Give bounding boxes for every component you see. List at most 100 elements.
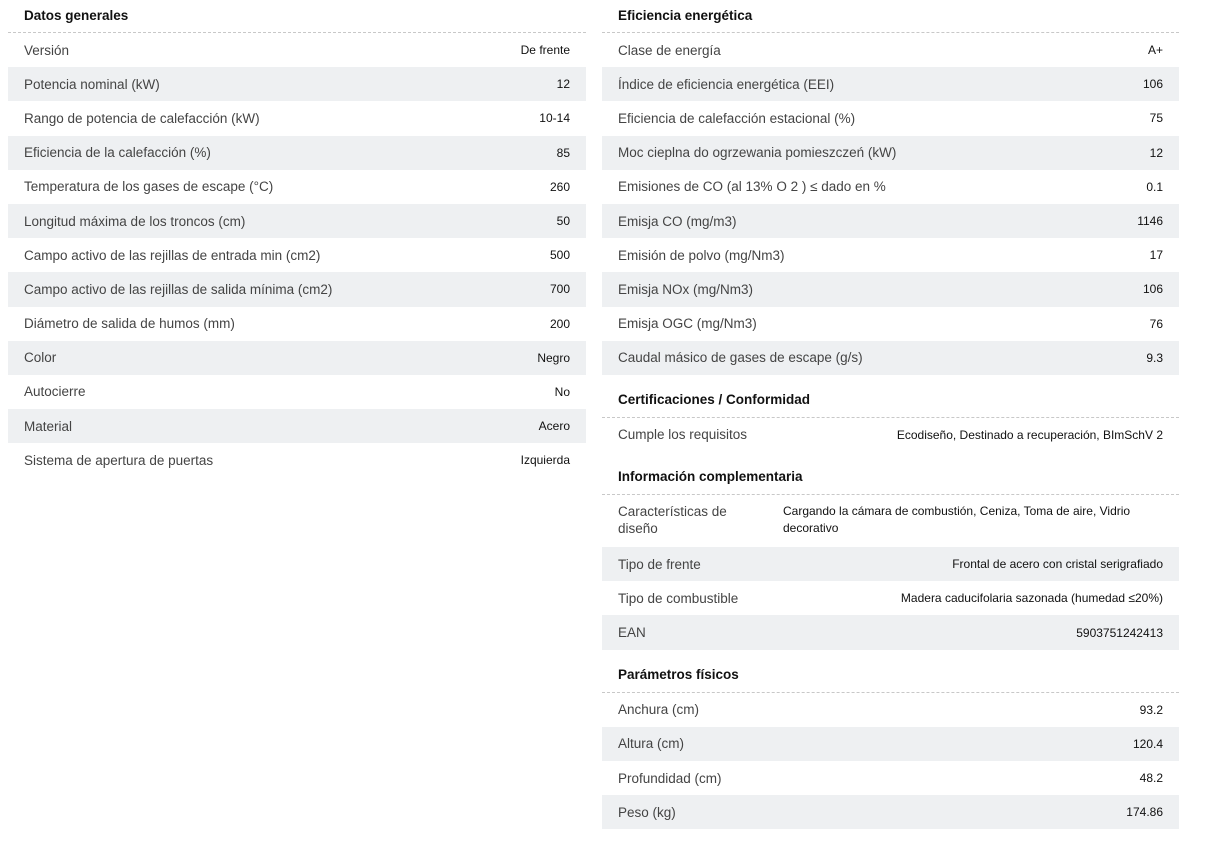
spec-row: Tipo de combustible Madera caducifolaria … bbox=[602, 581, 1179, 616]
spec-value: A+ bbox=[1147, 43, 1163, 58]
spec-label: Profundidad (cm) bbox=[618, 770, 722, 786]
spec-label: Material bbox=[24, 418, 73, 434]
spec-label: Longitud máxima de los troncos (cm) bbox=[24, 213, 246, 229]
spec-label: Índice de eficiencia energética (EEI) bbox=[618, 76, 835, 92]
spec-row: Potencia nominal (kW) 12 bbox=[8, 67, 586, 102]
spec-row: Emisiones de CO (al 13% O 2 ) ≤ dado en … bbox=[602, 169, 1179, 204]
left-column: Datos generales Versión De frente Potencia… bbox=[8, 0, 586, 478]
spec-rows-certifications: Cumple los requisitos Ecodiseño, Destinad… bbox=[602, 417, 1179, 453]
spec-row: Autocierre No bbox=[8, 374, 586, 410]
section-physical: Parámetros físicos Anchura (cm) 93.2 Altur… bbox=[602, 658, 1179, 830]
spec-label: Potencia nominal (kW) bbox=[24, 76, 160, 92]
section-title-general: Datos generales bbox=[24, 8, 129, 23]
spec-row: Caudal másico de gases de escape (g/s) 9.… bbox=[602, 340, 1179, 375]
spec-label: Color bbox=[24, 350, 57, 366]
spec-row: Temperatura de los gases de escape (°C) 2… bbox=[8, 169, 586, 204]
spec-label: Versión bbox=[24, 42, 70, 58]
spec-row: Características de diseño Cargando la cám… bbox=[602, 495, 1179, 548]
spec-row: Moc cieplna do ogrzewania pomieszczeń (k… bbox=[602, 135, 1179, 170]
spec-rows-energy: Clase de energía A+ Índice de eficiencia e… bbox=[602, 33, 1179, 375]
section-title-additional: Información complementaria bbox=[618, 469, 803, 485]
spec-value: 12 bbox=[556, 77, 570, 92]
spec-label: Diámetro de salida de humos (mm) bbox=[24, 316, 235, 332]
spec-row: Versión De frente bbox=[8, 33, 586, 68]
spec-value: No bbox=[554, 384, 570, 399]
spec-value: 500 bbox=[549, 248, 570, 263]
spec-row: Profundidad (cm) 48.2 bbox=[602, 761, 1179, 796]
spec-label: Sistema de apertura de puertas bbox=[24, 452, 214, 468]
section-title-certifications: Certificaciones / Conformidad bbox=[618, 391, 811, 407]
spec-value: 0.1 bbox=[1146, 179, 1163, 194]
spec-label: Características de diseño bbox=[618, 504, 727, 537]
spec-value: Ecodiseño, Destinado a recuperación, BIm… bbox=[896, 427, 1163, 442]
spec-label: Emisja OGC (mg/Nm3) bbox=[618, 316, 757, 332]
spec-value: 700 bbox=[549, 282, 570, 297]
spec-label: Emisja CO (mg/m3) bbox=[618, 213, 737, 229]
spec-row: Índice de eficiencia energética (EEI) 106 bbox=[602, 67, 1179, 102]
spec-row: Altura (cm) 120.4 bbox=[602, 726, 1179, 761]
spec-value: 48.2 bbox=[1139, 771, 1163, 786]
spec-label: Temperatura de los gases de escape (°C) bbox=[24, 179, 274, 195]
spec-row: Emisja CO (mg/m3) 1146 bbox=[602, 203, 1179, 239]
spec-label: Autocierre bbox=[24, 384, 86, 400]
spec-value: Izquierda bbox=[520, 453, 570, 468]
section-energy: Eficiencia energética Clase de energía A+… bbox=[602, 0, 1179, 375]
section-title-energy: Eficiencia energética bbox=[618, 8, 753, 23]
section-general: Datos generales Versión De frente Potencia… bbox=[8, 0, 586, 478]
spec-row: Cumple los requisitos Ecodiseño, Destinad… bbox=[602, 417, 1179, 453]
spec-value: 1146 bbox=[1137, 214, 1163, 229]
section-additional: Información complementaria Característic… bbox=[602, 460, 1179, 650]
spec-row: Material Acero bbox=[8, 409, 586, 444]
spec-value: De frente bbox=[520, 43, 570, 58]
spec-row: Clase de energía A+ bbox=[602, 33, 1179, 68]
spec-value: 200 bbox=[549, 316, 570, 331]
spec-label: Tipo de frente bbox=[618, 556, 701, 572]
spec-rows-physical: Anchura (cm) 93.2 Altura (cm) 120.4 Profundi… bbox=[602, 692, 1179, 830]
spec-value: 50 bbox=[556, 214, 570, 229]
spec-label: Tipo de combustible bbox=[618, 590, 739, 606]
spec-value: 85 bbox=[556, 145, 570, 160]
spec-label: Moc cieplna do ogrzewania pomieszczeń (k… bbox=[618, 145, 897, 161]
spec-row: Campo activo de las rejillas de entrada … bbox=[8, 238, 586, 273]
spec-value: Negro bbox=[537, 350, 570, 365]
spec-label: Rango de potencia de calefacción (kW) bbox=[24, 110, 260, 126]
spec-row: Eficiencia de la calefacción (%) 85 bbox=[8, 135, 586, 170]
right-column: Eficiencia energética Clase de energía A+… bbox=[602, 0, 1179, 830]
spec-row: Eficiencia de calefacción estacional (%)… bbox=[602, 101, 1179, 136]
section-title-physical: Parámetros físicos bbox=[618, 666, 739, 682]
spec-value: 75 bbox=[1149, 111, 1163, 126]
spec-row: Emisja NOx (mg/Nm3) 106 bbox=[602, 272, 1179, 307]
spec-label: Campo activo de las rejillas de salida m… bbox=[24, 281, 333, 297]
spec-rows-general: Versión De frente Potencia nominal (kW) 12 R… bbox=[8, 33, 586, 478]
spec-label: Emisiones de CO (al 13% O 2 ) ≤ dado en … bbox=[618, 179, 886, 195]
spec-row: Campo activo de las rejillas de salida m… bbox=[8, 272, 586, 307]
spec-value: 260 bbox=[549, 179, 570, 194]
spec-row: Color Negro bbox=[8, 340, 586, 375]
spec-label: Cumple los requisitos bbox=[618, 427, 748, 443]
spec-label: Peso (kg) bbox=[618, 804, 676, 820]
spec-label: Campo activo de las rejillas de entrada … bbox=[24, 247, 321, 263]
spec-value: Frontal de acero con cristal serigrafiad… bbox=[952, 557, 1163, 572]
spec-value: Acero bbox=[538, 419, 570, 434]
spec-label: Emisión de polvo (mg/Nm3) bbox=[618, 247, 785, 263]
spec-row: Anchura (cm) 93.2 bbox=[602, 692, 1179, 727]
spec-row: Tipo de frente Frontal de acero con crist… bbox=[602, 547, 1179, 582]
spec-value: 120.4 bbox=[1132, 736, 1163, 751]
spec-value: 12 bbox=[1149, 145, 1163, 160]
spec-label: Eficiencia de calefacción estacional (%) bbox=[618, 110, 856, 126]
spec-value: 10-14 bbox=[539, 111, 570, 126]
spec-label: Anchura (cm) bbox=[618, 702, 700, 718]
spec-row: Emisión de polvo (mg/Nm3) 17 bbox=[602, 238, 1179, 273]
spec-value: 9.3 bbox=[1146, 350, 1163, 365]
spec-row: Longitud máxima de los troncos (cm) 50 bbox=[8, 203, 586, 239]
spec-value: 5903751242413 bbox=[1076, 625, 1163, 640]
spec-value: 93.2 bbox=[1139, 702, 1163, 717]
spec-row: Sistema de apertura de puertas Izquierda bbox=[8, 443, 586, 478]
section-certifications: Certificaciones / Conformidad Cumple los… bbox=[602, 383, 1179, 453]
spec-row: Diámetro de salida de humos (mm) 200 bbox=[8, 306, 586, 341]
spec-row: Peso (kg) 174.86 bbox=[602, 795, 1179, 830]
spec-value: 174.86 bbox=[1126, 805, 1163, 820]
spec-label: Caudal másico de gases de escape (g/s) bbox=[618, 350, 863, 366]
spec-row: Emisja OGC (mg/Nm3) 76 bbox=[602, 306, 1179, 341]
spec-label: Clase de energía bbox=[618, 42, 721, 58]
